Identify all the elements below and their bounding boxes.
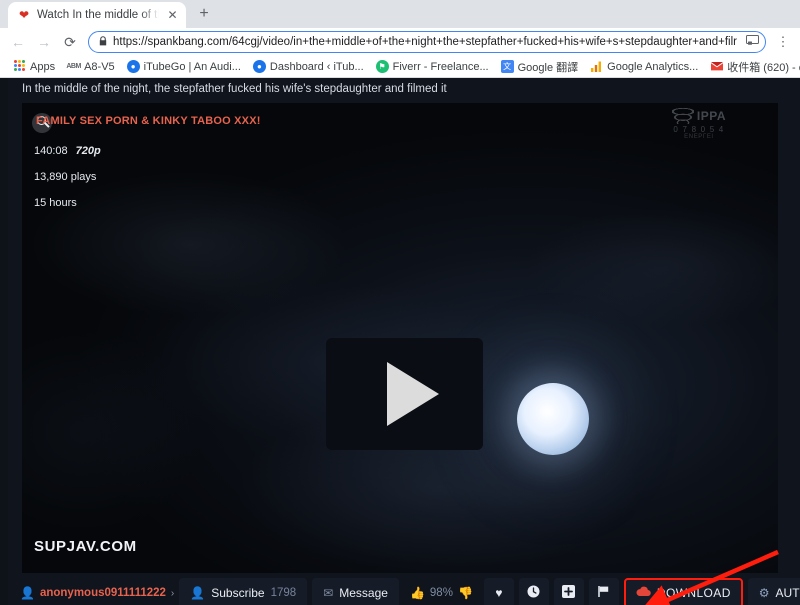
user-icon: 👤 bbox=[20, 586, 35, 600]
video-quality: 720p bbox=[75, 145, 101, 157]
apps-grid-icon bbox=[13, 60, 26, 73]
ippa-label: IPPA bbox=[696, 109, 726, 123]
ippa-watermark: IPPA 0 7 8 0 5 4 ΕΝΕΡΓΕΙ bbox=[671, 108, 726, 140]
rating-percent: 98% bbox=[429, 587, 453, 599]
video-frame-moon bbox=[517, 383, 589, 455]
cast-icon[interactable] bbox=[746, 35, 759, 49]
bookmark-itubego[interactable]: ● iTubeGo | An Audi... bbox=[121, 60, 247, 73]
site-logo-badge: FAMILY SEX PORN & KINKY TABOO XXX! bbox=[32, 113, 261, 133]
close-icon[interactable]: ✕ bbox=[165, 8, 180, 23]
cloud-download-icon bbox=[636, 586, 651, 600]
bookmark-fiverr[interactable]: ⚑ Fiverr - Freelance... bbox=[370, 60, 495, 73]
subscribe-button[interactable]: 👤 Subscribe 1798 bbox=[179, 578, 308, 605]
bookmark-label: Google 翻譯 bbox=[517, 61, 579, 74]
supjav-watermark: SUPJAV.COM bbox=[34, 538, 137, 555]
heart-icon: ❤ bbox=[18, 8, 30, 22]
favorite-button[interactable]: ♥ bbox=[483, 578, 514, 605]
video-duration-quality: 140:08 720p bbox=[34, 145, 101, 157]
page-left-rail bbox=[0, 78, 8, 605]
plus-square-icon bbox=[562, 585, 576, 601]
google-analytics-icon bbox=[590, 60, 603, 73]
forward-icon[interactable]: → bbox=[32, 30, 56, 54]
bookmark-label: Apps bbox=[30, 60, 56, 73]
auto-quality-button[interactable]: ⚙ AUTO bbox=[747, 578, 800, 605]
download-label: DOWNLOAD bbox=[656, 586, 731, 600]
uploader-link[interactable]: 👤 anonymous0911111222 › bbox=[20, 586, 174, 600]
watch-later-button[interactable] bbox=[518, 578, 549, 605]
action-bar: 👤 anonymous0911111222 › 👤 Subscribe 1798… bbox=[8, 576, 800, 605]
video-age: 15 hours bbox=[34, 197, 77, 209]
video-duration: 140:08 bbox=[34, 145, 68, 157]
message-button[interactable]: ✉ Message bbox=[312, 578, 399, 605]
bookmark-label: Google Analytics... bbox=[607, 60, 699, 73]
download-wrapper: DOWNLOAD bbox=[623, 578, 743, 605]
reload-icon[interactable]: ⟳ bbox=[58, 30, 82, 54]
rating-widget[interactable]: 👍 98% 👎 bbox=[404, 586, 479, 600]
address-bar[interactable]: https://spankbang.com/64cgj/video/in+the… bbox=[88, 31, 766, 53]
download-button[interactable]: DOWNLOAD bbox=[623, 578, 743, 605]
bookmark-google-analytics[interactable]: Google Analytics... bbox=[584, 60, 704, 73]
google-translate-icon: 文 bbox=[500, 60, 514, 73]
bookmark-label: 收件箱 (620) - che... bbox=[727, 61, 800, 74]
auto-label: AUTO bbox=[775, 586, 800, 600]
subscriber-count: 1798 bbox=[270, 587, 297, 599]
chrome-menu-icon[interactable]: ⋮ bbox=[772, 30, 794, 54]
itubego-icon: ● bbox=[126, 60, 140, 73]
thumbs-up-icon[interactable]: 👍 bbox=[410, 586, 425, 600]
lock-icon bbox=[99, 36, 107, 48]
clock-icon bbox=[527, 585, 540, 601]
uploader-name: anonymous0911111222 bbox=[39, 587, 166, 599]
back-icon[interactable]: ← bbox=[6, 30, 30, 54]
bookmark-label: Fiverr - Freelance... bbox=[392, 60, 489, 73]
bookmark-google-translate[interactable]: 文 Google 翻譯 bbox=[495, 59, 585, 75]
itubego-icon: ● bbox=[252, 60, 266, 73]
video-plays: 13,890 plays bbox=[34, 171, 97, 183]
chevron-right-icon: › bbox=[170, 587, 175, 599]
page-content: In the middle of the night, the stepfath… bbox=[0, 78, 800, 605]
bookmarks-bar: Apps ABM A8-V5 ● iTubeGo | An Audi... ● … bbox=[0, 56, 800, 78]
ippa-swirl-icon bbox=[671, 108, 694, 124]
url-text: https://spankbang.com/64cgj/video/in+the… bbox=[113, 36, 737, 48]
message-label: Message bbox=[339, 586, 388, 600]
user-icon: 👤 bbox=[190, 586, 206, 600]
page-title: In the middle of the night, the stepfath… bbox=[22, 83, 447, 95]
add-to-playlist-button[interactable] bbox=[553, 578, 584, 605]
bookmark-gmail[interactable]: 收件箱 (620) - che... bbox=[704, 59, 800, 75]
ippa-subtext: ΕΝΕΡΓΕΙ bbox=[684, 134, 714, 140]
flag-icon bbox=[597, 585, 610, 601]
report-flag-button[interactable] bbox=[588, 578, 619, 605]
gear-icon: ⚙ bbox=[758, 586, 770, 600]
browser-window: ❤ Watch In the middle of the nig ✕ + ← →… bbox=[0, 0, 800, 605]
bookmark-apps[interactable]: Apps bbox=[7, 60, 61, 73]
bookmark-label: A8-V5 bbox=[84, 60, 115, 73]
ippa-number: 0 7 8 0 5 4 bbox=[673, 125, 725, 134]
logo-text: FAMILY SEX PORN & KINKY TABOO XXX! bbox=[36, 115, 261, 127]
envelope-icon: ✉ bbox=[323, 586, 334, 600]
heart-icon: ♥ bbox=[495, 586, 503, 600]
abm-icon: ABM bbox=[66, 63, 81, 70]
bookmark-label: Dashboard ‹ iTub... bbox=[269, 60, 364, 73]
bookmark-label: iTubeGo | An Audi... bbox=[143, 60, 241, 73]
tab-title: Watch In the middle of the nig bbox=[37, 9, 159, 21]
video-player[interactable]: FAMILY SEX PORN & KINKY TABOO XXX! 140:0… bbox=[22, 103, 778, 573]
play-button[interactable] bbox=[326, 338, 483, 450]
gmail-icon bbox=[710, 60, 723, 73]
bookmark-a8v5[interactable]: ABM A8-V5 bbox=[61, 60, 121, 73]
browser-toolbar: ← → ⟳ https://spankbang.com/64cgj/video/… bbox=[0, 28, 800, 56]
subscribe-label: Subscribe bbox=[211, 586, 265, 600]
bookmark-dashboard[interactable]: ● Dashboard ‹ iTub... bbox=[247, 60, 370, 73]
new-tab-button[interactable]: + bbox=[191, 1, 217, 27]
tab-strip: ❤ Watch In the middle of the nig ✕ + bbox=[0, 0, 800, 28]
fiverr-icon: ⚑ bbox=[375, 60, 389, 73]
browser-tab[interactable]: ❤ Watch In the middle of the nig ✕ bbox=[8, 2, 186, 28]
thumbs-down-icon[interactable]: 👎 bbox=[458, 586, 473, 600]
